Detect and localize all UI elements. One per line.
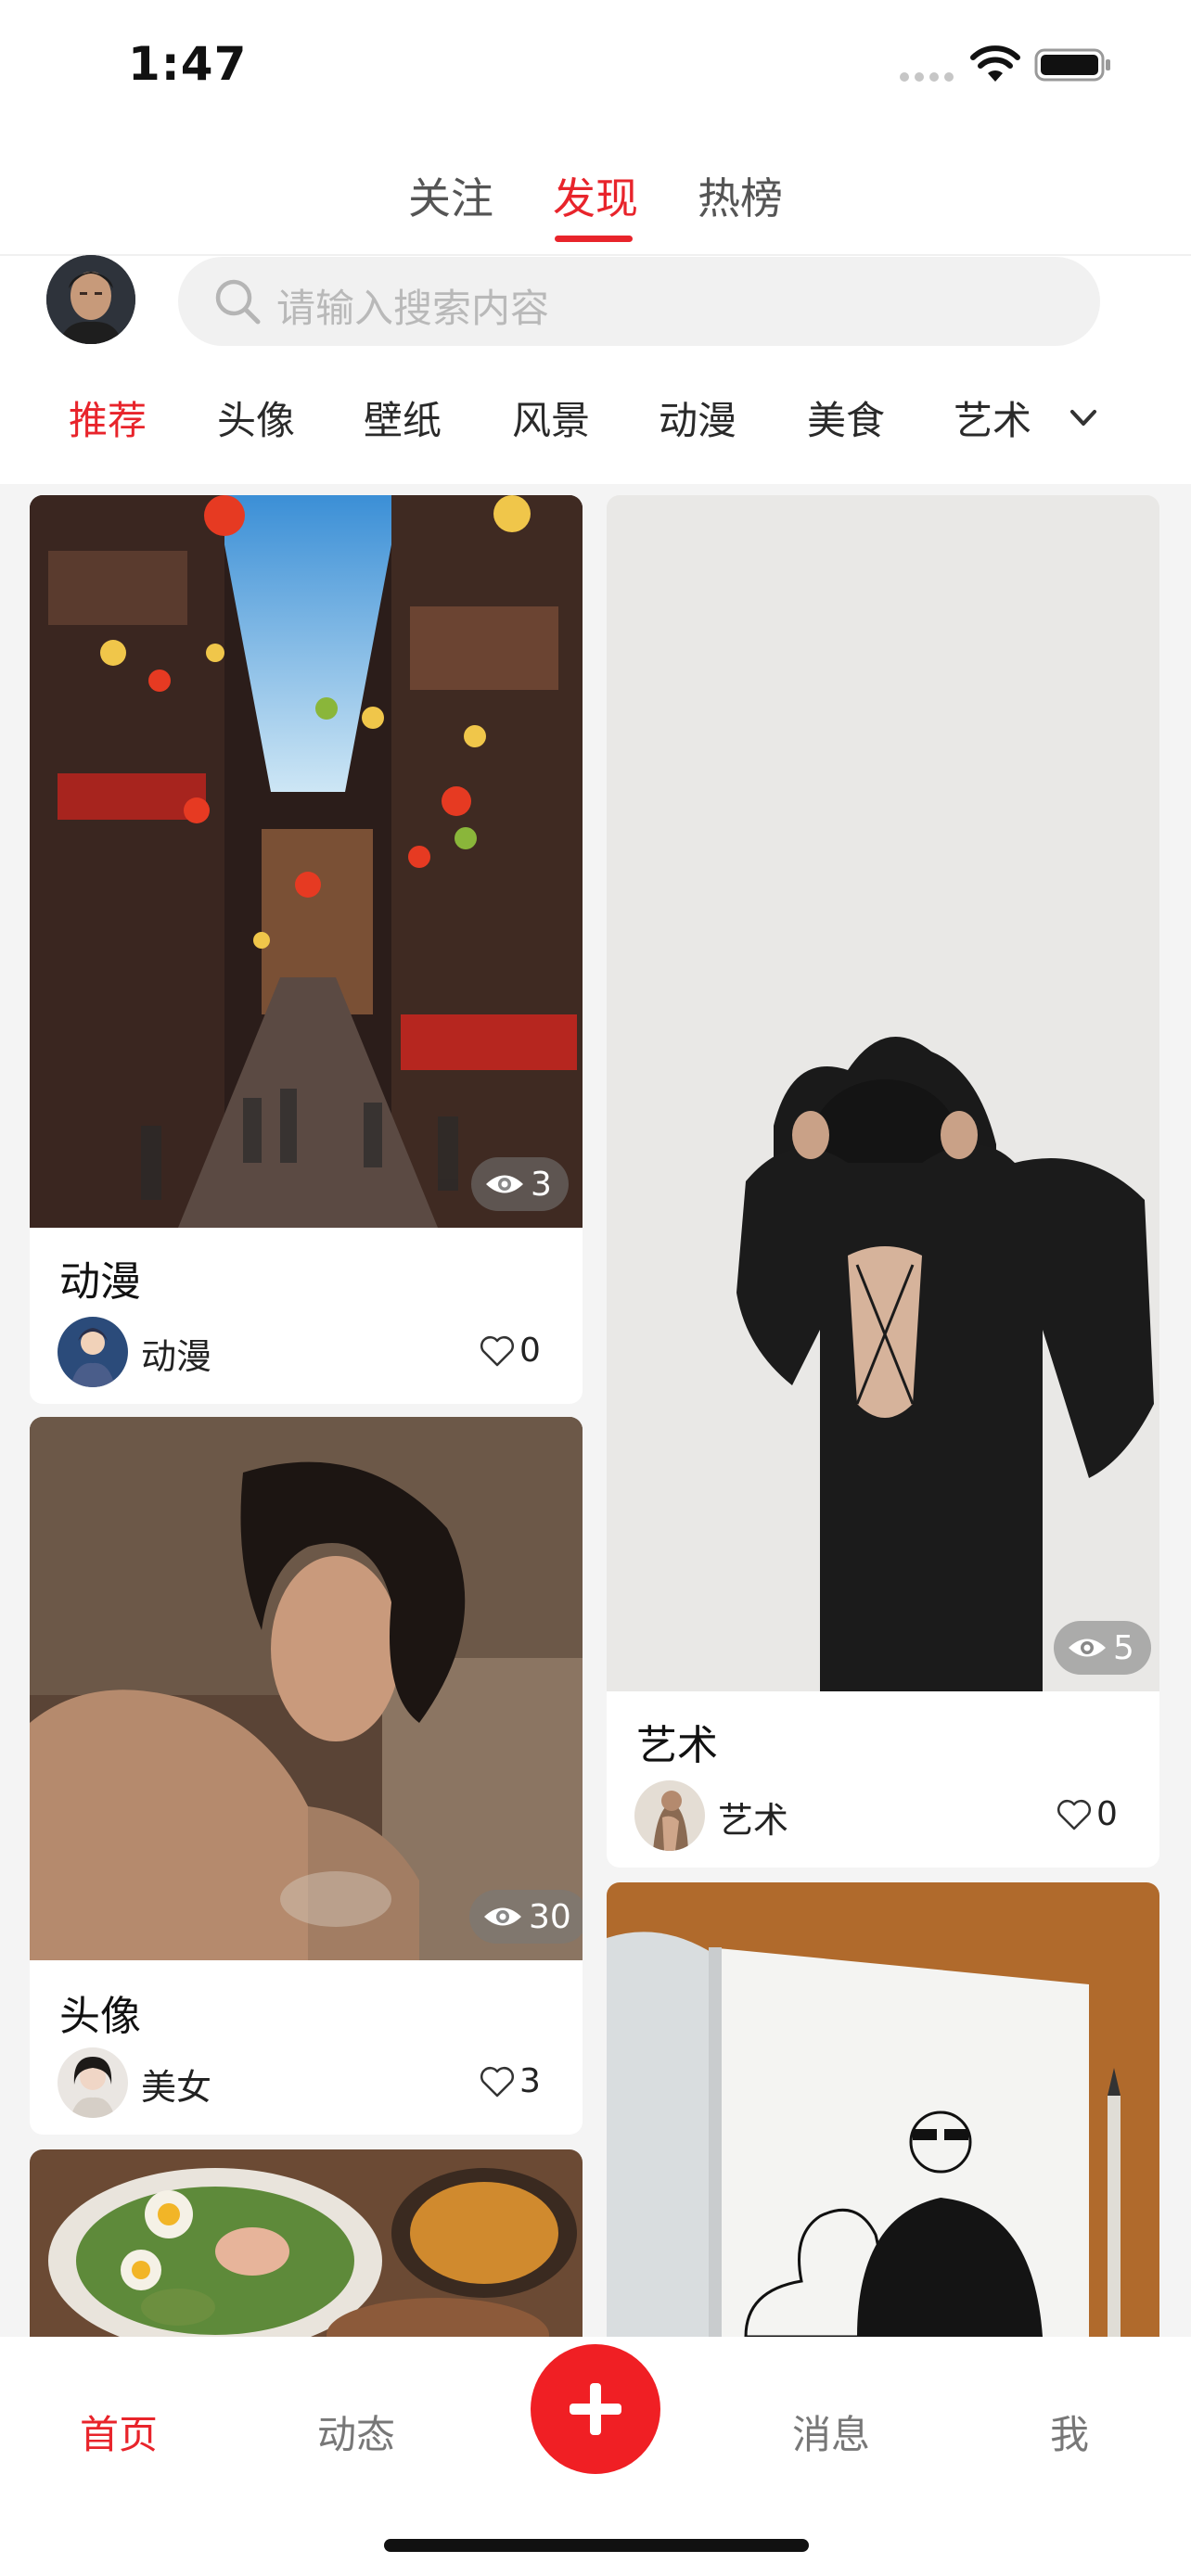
signal-icon	[900, 72, 955, 83]
user-avatar[interactable]	[46, 255, 135, 344]
food-image	[30, 2149, 583, 2337]
feed-card[interactable]: 3 动漫 动漫 0	[30, 495, 583, 1404]
feed-card[interactable]: 30 头像 美女 3	[30, 1417, 583, 2135]
author-avatar[interactable]	[634, 1780, 705, 1851]
tab-discover[interactable]: 发现	[553, 165, 638, 226]
view-count: 5	[1054, 1621, 1151, 1675]
card-title: 头像	[59, 1993, 141, 2040]
category-anime[interactable]: 动漫	[659, 389, 736, 446]
author-name: 艺术	[718, 1800, 789, 1841]
nav-messages[interactable]: 消息	[792, 2404, 870, 2460]
tab-follow[interactable]: 关注	[408, 165, 493, 226]
category-wallpaper[interactable]: 壁纸	[364, 389, 442, 446]
view-count: 30	[469, 1890, 583, 1944]
fashion-image	[607, 495, 1159, 1691]
city-street-image	[30, 495, 583, 1228]
card-title: 艺术	[636, 1722, 718, 1769]
like-count-value: 0	[519, 1332, 541, 1370]
author-name: 美女	[141, 2067, 212, 2108]
battery-icon	[1034, 48, 1110, 82]
card-title: 动漫	[59, 1258, 141, 1306]
view-count-value: 5	[1113, 1628, 1134, 1667]
chevron-down-icon[interactable]	[1065, 399, 1102, 436]
nav-activity[interactable]: 动态	[317, 2404, 395, 2460]
category-art[interactable]: 艺术	[954, 389, 1031, 446]
wifi-icon	[970, 45, 1020, 82]
eye-icon	[486, 1175, 523, 1193]
home-indicator	[384, 2539, 809, 2552]
category-food[interactable]: 美食	[807, 389, 885, 446]
like-count-value: 0	[1096, 1795, 1118, 1833]
sketch-image	[607, 1882, 1159, 2337]
portrait-image	[30, 1417, 583, 1960]
heart-icon	[480, 2066, 514, 2097]
like-count-value: 3	[519, 2062, 541, 2100]
feed-card[interactable]: 5 艺术 艺术 0	[607, 495, 1159, 1868]
status-time: 1:47	[128, 37, 248, 91]
nav-me[interactable]: 我	[1050, 2404, 1089, 2460]
active-tab-indicator	[555, 236, 633, 242]
like-count[interactable]: 3	[479, 2062, 541, 2100]
feed-card[interactable]	[30, 2149, 583, 2337]
eye-icon	[1069, 1639, 1106, 1657]
status-bar: 1:47	[0, 0, 1191, 130]
heart-icon	[480, 1335, 514, 1366]
like-count[interactable]: 0	[479, 1332, 541, 1370]
category-recommend[interactable]: 推荐	[69, 389, 147, 446]
category-avatar[interactable]: 头像	[217, 389, 295, 446]
author-name: 动漫	[141, 1336, 212, 1377]
search-input[interactable]: 请输入搜索内容	[276, 277, 549, 334]
view-count-value: 3	[531, 1165, 552, 1204]
plus-icon[interactable]	[531, 2344, 660, 2474]
feed-card[interactable]	[607, 1882, 1159, 2337]
category-bar: 推荐 头像 壁纸 风景 动漫 美食 艺术	[0, 389, 1191, 464]
nav-home[interactable]: 首页	[80, 2404, 158, 2460]
divider	[0, 254, 1191, 256]
search-icon	[215, 279, 261, 325]
top-tabs: 关注 发现 热榜	[0, 158, 1191, 250]
tab-hot[interactable]: 热榜	[698, 165, 783, 226]
like-count[interactable]: 0	[1056, 1795, 1118, 1833]
heart-icon	[1057, 1799, 1091, 1830]
author-avatar[interactable]	[58, 2047, 128, 2118]
view-count-value: 30	[529, 1897, 571, 1936]
author-avatar[interactable]	[58, 1317, 128, 1387]
category-scenery[interactable]: 风景	[512, 389, 590, 446]
eye-icon	[484, 1907, 521, 1926]
search-bar[interactable]: 请输入搜索内容	[178, 257, 1100, 346]
view-count: 3	[471, 1157, 569, 1211]
